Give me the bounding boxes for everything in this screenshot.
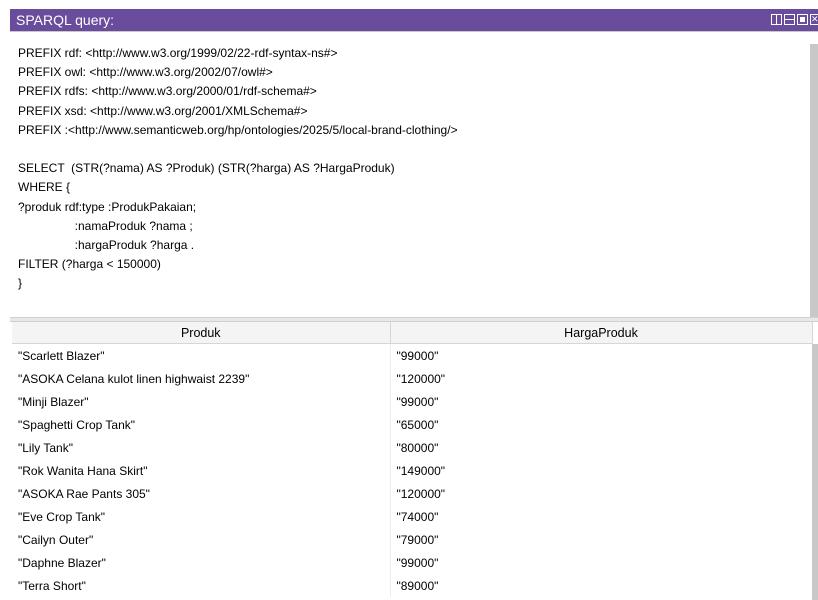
query-text[interactable]: PREFIX rdf: <http://www.w3.org/1999/02/2… bbox=[18, 44, 458, 294]
results-scrollbar[interactable] bbox=[812, 344, 818, 600]
table-row[interactable]: "Spaghetti Crop Tank" "65000" bbox=[12, 413, 813, 436]
window-title: SPARQL query: bbox=[16, 12, 115, 28]
cell-produk[interactable]: "Lily Tank" bbox=[12, 436, 391, 459]
maximize-icon[interactable] bbox=[797, 14, 808, 25]
cell-produk[interactable]: "Spaghetti Crop Tank" bbox=[12, 413, 391, 436]
query-scrollbar[interactable] bbox=[810, 44, 818, 340]
title-bar: SPARQL query: ✕ bbox=[10, 9, 818, 31]
column-header-hargaproduk[interactable]: HargaProduk bbox=[390, 322, 813, 344]
sparql-query-window: SPARQL query: ✕ PREFIX rdf: <http://www.… bbox=[0, 0, 818, 600]
table-row[interactable]: "Eve Crop Tank" "74000" bbox=[12, 505, 813, 528]
table-row[interactable]: "Terra Short" "89000" bbox=[12, 574, 813, 597]
results-header-row: Produk HargaProduk bbox=[12, 322, 813, 344]
cell-produk[interactable]: "Eve Crop Tank" bbox=[12, 505, 391, 528]
results-pane: Produk HargaProduk "Scarlett Blazer" "990… bbox=[12, 322, 818, 600]
cell-produk[interactable]: "Terra Short" bbox=[12, 574, 391, 597]
horizontal-split-icon[interactable] bbox=[784, 14, 795, 25]
cell-hargaproduk[interactable]: "79000" bbox=[390, 528, 813, 551]
table-row[interactable]: "Lily Tank" "80000" bbox=[12, 436, 813, 459]
cell-produk[interactable]: "ASOKA Celana kulot linen highwaist 2239… bbox=[12, 367, 391, 390]
cell-hargaproduk[interactable]: "74000" bbox=[390, 505, 813, 528]
cell-produk[interactable]: "Rok Wanita Hana Skirt" bbox=[12, 459, 391, 482]
cell-hargaproduk[interactable]: "120000" bbox=[390, 367, 813, 390]
cell-produk[interactable]: "Minji Blazer" bbox=[12, 390, 391, 413]
table-row[interactable]: "Daphne Blazer" "99000" bbox=[12, 551, 813, 574]
table-row[interactable]: "Rok Wanita Hana Skirt" "149000" bbox=[12, 459, 813, 482]
cell-hargaproduk[interactable]: "99000" bbox=[390, 390, 813, 413]
cell-hargaproduk[interactable]: "99000" bbox=[390, 551, 813, 574]
cell-produk[interactable]: "Cailyn Outer" bbox=[12, 528, 391, 551]
cell-hargaproduk[interactable]: "99000" bbox=[390, 343, 813, 367]
results-body: "Scarlett Blazer" "99000" "ASOKA Celana ku… bbox=[12, 343, 813, 597]
column-header-produk[interactable]: Produk bbox=[12, 322, 391, 344]
table-row[interactable]: "Scarlett Blazer" "99000" bbox=[12, 343, 813, 367]
cell-hargaproduk[interactable]: "65000" bbox=[390, 413, 813, 436]
cell-produk[interactable]: "ASOKA Rae Pants 305" bbox=[12, 482, 391, 505]
table-row[interactable]: "Cailyn Outer" "79000" bbox=[12, 528, 813, 551]
results-table: Produk HargaProduk "Scarlett Blazer" "990… bbox=[12, 322, 813, 597]
window-controls: ✕ bbox=[771, 14, 818, 26]
cell-produk[interactable]: "Scarlett Blazer" bbox=[12, 343, 391, 367]
cell-hargaproduk[interactable]: "89000" bbox=[390, 574, 813, 597]
cell-hargaproduk[interactable]: "120000" bbox=[390, 482, 813, 505]
table-row[interactable]: "Minji Blazer" "99000" bbox=[12, 390, 813, 413]
cell-hargaproduk[interactable]: "80000" bbox=[390, 436, 813, 459]
query-editor[interactable]: PREFIX rdf: <http://www.w3.org/1999/02/2… bbox=[10, 31, 818, 340]
cell-hargaproduk[interactable]: "149000" bbox=[390, 459, 813, 482]
table-row[interactable]: "ASOKA Celana kulot linen highwaist 2239… bbox=[12, 367, 813, 390]
table-row[interactable]: "ASOKA Rae Pants 305" "120000" bbox=[12, 482, 813, 505]
close-icon[interactable]: ✕ bbox=[810, 14, 818, 25]
cell-produk[interactable]: "Daphne Blazer" bbox=[12, 551, 391, 574]
split-view-icon[interactable] bbox=[771, 14, 782, 25]
